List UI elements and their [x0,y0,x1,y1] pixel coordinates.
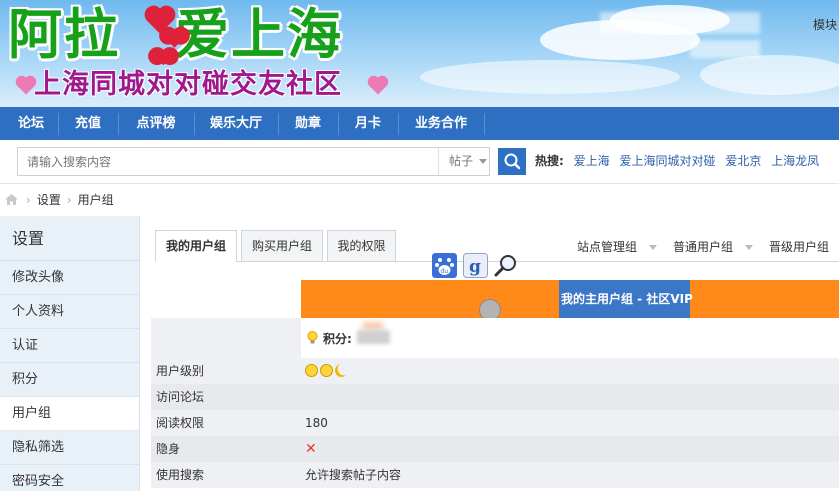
smiley-icon [305,364,318,377]
menu-label: 站点管理组 [577,240,638,254]
search-icon [504,153,521,170]
menu-site-admin[interactable]: 站点管理组 [577,238,658,255]
nav-divider [118,113,119,135]
sidebar-item-avatar[interactable]: 修改头像 [0,261,139,295]
row-value: 180 [305,416,328,430]
nav-item-forum[interactable]: 论坛 [4,107,58,140]
tab-my-groups[interactable]: 我的用户组 [155,230,237,262]
group-header-bar: 我的主用户组 - 社区VIP [301,280,839,318]
main-nav: 论坛 充值 点评榜 娱乐大厅 勋章 月卡 业务合作 [0,107,839,140]
nav-divider [398,113,399,135]
breadcrumb-item-usergroup[interactable]: 用户组 [78,193,114,207]
settings-sidebar: 设置 修改头像 个人资料 认证 积分 用户组 隐私筛选 密码安全 [0,216,140,491]
search-type-label: 帖子 [449,154,474,168]
row-value: ✕ [305,436,317,462]
hot-search-label: 热搜: [535,154,564,168]
row-label: 访问论坛 [156,390,205,404]
nav-divider [484,113,485,135]
breadcrumb-item-settings[interactable]: 设置 [37,193,61,207]
hot-search-link[interactable]: 爱上海 [574,154,610,168]
table-row: 使用搜索 允许搜索帖子内容 [151,462,839,488]
points-row: 积分: [151,318,839,358]
row-value: 允许搜索帖子内容 [305,468,402,482]
sidebar-title: 设置 [0,216,139,261]
magnifier-icon[interactable] [494,253,519,278]
heart-icon [155,49,172,66]
home-icon[interactable] [5,194,18,205]
logo-text-part2: 爱上海 [175,3,343,66]
nav-divider [58,113,59,135]
cross-icon: ✕ [305,441,317,457]
search-bar: 帖子 热搜: 爱上海 爱上海同城对对碰 爱北京 上海龙凤 [0,140,839,184]
sidebar-item-password[interactable]: 密码安全 [0,465,139,491]
sidebar-item-profile[interactable]: 个人资料 [0,295,139,329]
svg-text:du: du [441,268,449,275]
table-row: 阅读权限 180 [151,410,839,436]
hot-searches: 热搜: 爱上海 爱上海同城对对碰 爱北京 上海龙凤 [535,152,819,169]
sidebar-item-points[interactable]: 积分 [0,363,139,397]
row-label: 隐身 [156,442,181,456]
nav-item-medals[interactable]: 勋章 [280,107,336,140]
svg-text:g: g [469,257,481,277]
table-row: 用户级别 [151,358,839,384]
nav-divider [194,113,195,135]
top-right-link[interactable]: 模块 [813,16,837,33]
permission-table: 用户级别 访问论坛 阅读权限 180 隐身 ✕ 使用搜索 允许搜索帖子内容 [151,358,839,488]
site-subtitle: 上海同城对对碰交友社区 [34,69,342,100]
search-button[interactable] [498,148,526,175]
user-level-icons [305,364,348,377]
nav-item-monthly-card[interactable]: 月卡 [340,107,396,140]
hot-search-link[interactable]: 爱上海同城对对碰 [619,154,715,168]
menu-label: 普通用户组 [673,240,734,254]
menu-label: 晋级用户组 [769,240,830,254]
breadcrumb: › 设置 › 用户组 [0,184,839,216]
hot-search-link[interactable]: 上海龙凤 [771,154,819,168]
redacted-value [357,330,390,344]
tab-my-permissions[interactable]: 我的权限 [327,230,396,262]
breadcrumb-separator: › [26,193,31,207]
chevron-down-icon [649,245,658,250]
sidebar-item-verification[interactable]: 认证 [0,329,139,363]
redacted-value [363,322,383,330]
sidebar-item-usergroup[interactable]: 用户组 [0,397,139,431]
nav-item-entertainment[interactable]: 娱乐大厅 [196,107,276,140]
logo-text-part1: 阿拉 [8,3,120,66]
heart-icon [369,77,387,95]
table-row: 隐身 ✕ [151,436,839,462]
sidebar-item-privacy[interactable]: 隐私筛选 [0,431,139,465]
smiley-icon [320,364,333,377]
heart-icon [17,77,35,95]
heart-icon [165,29,184,48]
menu-promotion-user[interactable]: 晋级用户组 [769,238,829,255]
google-icon[interactable]: g [463,253,488,278]
nav-item-business[interactable]: 业务合作 [400,107,482,140]
chevron-down-icon [745,245,754,250]
row-label: 阅读权限 [156,416,205,430]
lightbulb-icon [307,331,318,344]
points-label: 积分: [323,332,352,346]
nav-item-ranking[interactable]: 点评榜 [120,107,192,140]
search-box: 帖子 [17,147,490,176]
menu-normal-user[interactable]: 普通用户组 [673,238,754,255]
site-banner: 阿拉 爱上海 上海同城对对碰交友社区 模块 [0,0,839,107]
search-type-select[interactable]: 帖子 [438,148,490,175]
moon-icon [333,362,351,380]
nav-divider [338,113,339,135]
table-row: 访问论坛 [151,384,839,410]
nav-divider [278,113,279,135]
row-label: 使用搜索 [156,468,205,482]
row-label: 用户级别 [156,364,205,378]
baidu-icon[interactable]: du [432,253,457,278]
group-header-text: 我的主用户组 - 社区VIP [561,292,693,306]
breadcrumb-separator: › [66,193,72,207]
tab-buy-groups[interactable]: 购买用户组 [241,230,323,262]
nav-item-recharge[interactable]: 充值 [60,107,116,140]
hot-search-link[interactable]: 爱北京 [725,154,761,168]
search-input[interactable] [18,148,438,175]
chevron-down-icon [479,159,488,164]
